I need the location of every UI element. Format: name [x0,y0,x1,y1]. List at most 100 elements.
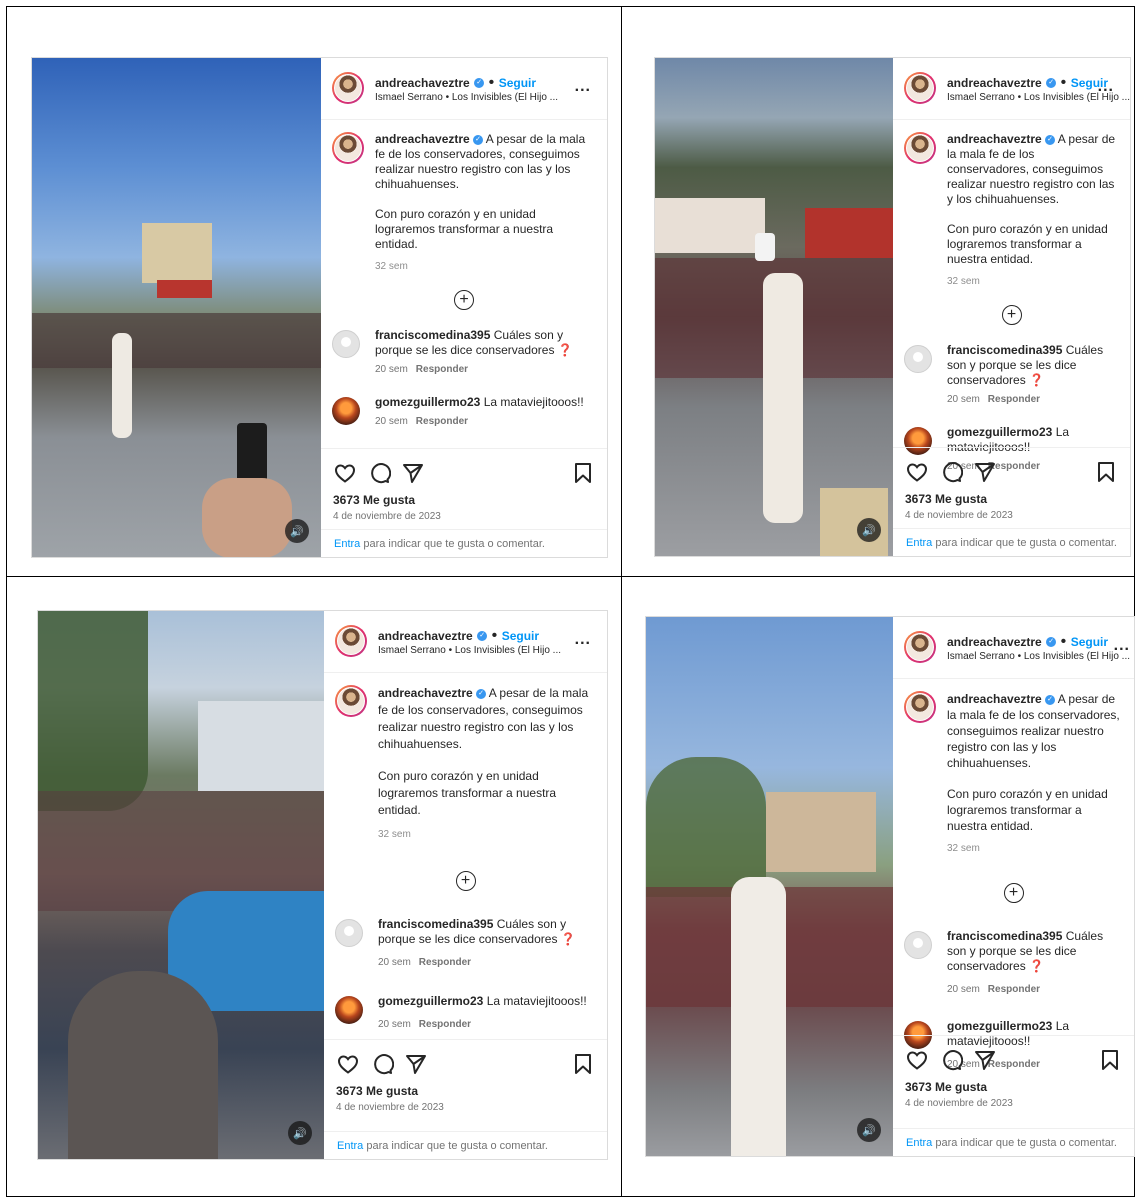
post-header: andreachaveztre ✓ • Seguir Ismael Serran… [321,58,607,120]
comment-username[interactable]: gomezguillermo23 [378,994,483,1008]
avatar[interactable] [904,631,936,663]
comment-username[interactable]: franciscomedina395 [947,343,1062,357]
post-header: andreachaveztre ✓ • Seguir Ismael Serran… [324,611,607,673]
bookmark-icon[interactable] [571,1052,595,1076]
audio-label[interactable]: Ismael Serrano • Los Invisibles (El Hijo… [947,651,1130,662]
share-icon[interactable] [973,1048,997,1072]
comment-username[interactable]: franciscomedina395 [378,917,493,931]
follow-button[interactable]: Seguir [499,76,536,90]
login-prompt: Entra para indicar que te gusta o coment… [893,1128,1134,1156]
username[interactable]: andreachaveztre [947,635,1042,649]
avatar[interactable] [335,625,367,657]
login-link[interactable]: Entra [906,1137,932,1149]
question-emoji: ❓ [557,343,573,357]
heart-icon[interactable] [333,461,357,485]
comment-icon[interactable] [367,461,391,485]
audio-label[interactable]: Ismael Serrano • Los Invisibles (El Hijo… [375,92,558,103]
comment-icon[interactable] [939,1048,963,1072]
comment-username[interactable]: gomezguillermo23 [947,1019,1052,1033]
follow-button[interactable]: Seguir [502,629,539,643]
post-caption: andreachaveztre ✓ A pesar de la mala fe … [321,120,607,274]
avatar[interactable] [335,685,367,717]
white-building [198,701,324,791]
sound-icon[interactable]: 🔊 [857,518,881,542]
add-comment-icon[interactable]: + [1003,883,1024,903]
avatar[interactable] [904,132,936,164]
post-video[interactable]: 🔊 [646,617,893,1156]
avatar[interactable] [904,691,936,723]
sound-icon[interactable]: 🔊 [285,519,309,543]
post-video[interactable]: 🔊 [32,58,321,557]
likes-count[interactable]: 3673 Me gusta [333,493,595,507]
follow-button[interactable]: Seguir [1071,635,1108,649]
likes-count[interactable]: 3673 Me gusta [336,1084,595,1098]
share-icon[interactable] [973,460,997,484]
username[interactable]: andreachaveztre [375,76,470,90]
post-video[interactable]: 🔊 [38,611,324,1159]
reply-button[interactable]: Responder [416,364,468,375]
more-options-icon[interactable]: ... [1114,637,1130,655]
caption-username[interactable]: andreachaveztre [375,132,470,146]
username[interactable]: andreachaveztre [378,629,473,643]
login-link[interactable]: Entra [334,538,360,550]
instagram-post-3: 🔊 andreachaveztre ✓ • Seguir Ismael Serr… [37,610,608,1160]
red-banner [157,280,212,298]
audio-label[interactable]: Ismael Serrano • Los Invisibles (El Hijo… [378,645,561,656]
avatar[interactable] [332,330,360,358]
reply-button[interactable]: Responder [416,416,468,427]
caption-time: 32 sem [378,829,411,840]
heart-icon[interactable] [336,1052,360,1076]
more-options-icon[interactable]: ... [575,78,591,96]
avatar[interactable] [332,72,364,104]
avatar[interactable] [332,397,360,425]
reply-button[interactable]: Responder [419,957,471,968]
avatar[interactable] [904,931,932,959]
sound-icon[interactable]: 🔊 [857,1118,881,1142]
sound-icon[interactable]: 🔊 [288,1121,312,1145]
heart-icon[interactable] [905,460,929,484]
avatar[interactable] [332,132,364,164]
comment-username[interactable]: franciscomedina395 [375,328,490,342]
likes-count[interactable]: 3673 Me gusta [905,492,1118,506]
likes-count[interactable]: 3673 Me gusta [905,1080,1122,1094]
comment-username[interactable]: gomezguillermo23 [375,395,480,409]
post-video[interactable]: 🔊 [655,58,893,556]
share-icon[interactable] [404,1052,428,1076]
caption-username[interactable]: andreachaveztre [378,686,473,700]
login-link[interactable]: Entra [337,1140,363,1152]
avatar[interactable] [904,345,932,373]
comment-icon[interactable] [939,460,963,484]
reply-button[interactable]: Responder [988,984,1040,995]
heart-icon[interactable] [905,1048,929,1072]
post-sidebar: andreachaveztre ✓ • Seguir Ismael Serran… [324,611,607,1159]
add-comment-icon[interactable]: + [1001,305,1022,325]
share-icon[interactable] [401,461,425,485]
separator: • [1060,74,1067,91]
post-actions: 3673 Me gusta 4 de noviembre de 2023 [321,448,607,522]
post-sidebar: andreachaveztre ✓ • Seguir Ismael Serran… [893,58,1130,556]
comment-username[interactable]: gomezguillermo23 [947,425,1052,439]
comment-time: 20 sem [947,984,980,995]
comment: gomezguillermo23 La mataviejitooos!! 20 … [324,994,607,1032]
avatar[interactable] [335,996,363,1024]
add-comment-icon[interactable]: + [455,871,476,891]
bookmark-icon[interactable] [1098,1048,1122,1072]
bookmark-icon[interactable] [1094,460,1118,484]
reply-button[interactable]: Responder [988,394,1040,405]
more-options-icon[interactable]: ... [1098,78,1114,96]
avatar[interactable] [904,72,936,104]
login-prompt: Entra para indicar que te gusta o coment… [893,528,1130,556]
avatar[interactable] [335,919,363,947]
comment-icon[interactable] [370,1052,394,1076]
login-link[interactable]: Entra [906,537,932,549]
post-header: andreachaveztre ✓ • Seguir Ismael Serran… [893,617,1134,679]
add-comment-icon[interactable]: + [454,290,474,310]
more-options-icon[interactable]: ... [575,631,591,649]
caption-username[interactable]: andreachaveztre [947,132,1042,146]
caption-username[interactable]: andreachaveztre [947,692,1042,706]
username[interactable]: andreachaveztre [947,76,1042,90]
bookmark-icon[interactable] [571,461,595,485]
comment: franciscomedina395 Cuáles son y porque s… [324,917,607,970]
reply-button[interactable]: Responder [419,1019,471,1030]
comment-username[interactable]: franciscomedina395 [947,929,1062,943]
